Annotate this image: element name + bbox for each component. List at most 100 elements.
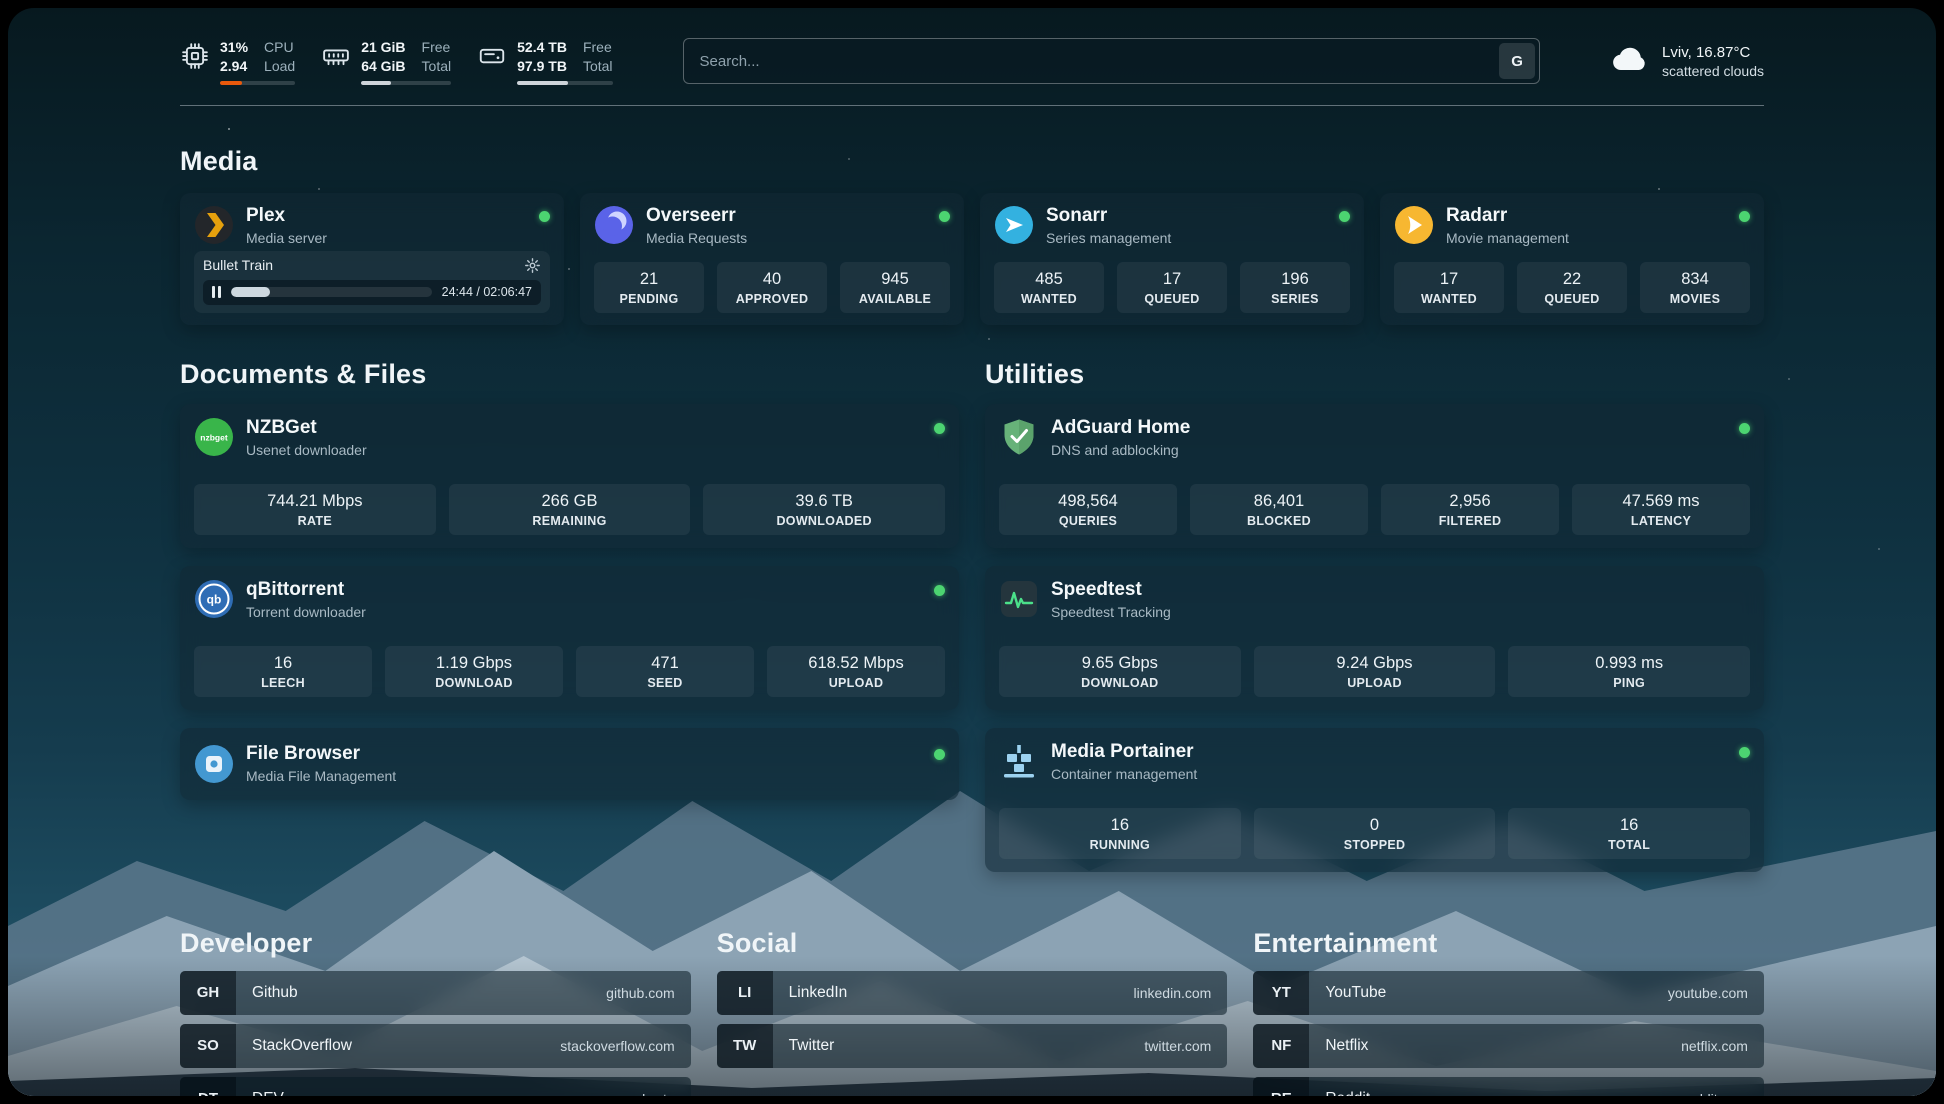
stat-remaining: 266 GB REMAINING	[449, 484, 691, 535]
qbittorrent-icon: qb	[194, 579, 234, 619]
bookmark-twitter[interactable]: TW Twitter twitter.com	[717, 1024, 1228, 1068]
status-dot	[539, 211, 550, 222]
svg-text:qb: qb	[207, 593, 222, 607]
weather-location-temp: Lviv, 16.87°C	[1662, 44, 1764, 61]
disk-free: 52.4 TB	[517, 38, 567, 57]
stat-wanted: 485 WANTED	[994, 262, 1104, 313]
status-dot	[1739, 423, 1750, 434]
overseerr-icon	[594, 205, 634, 245]
service-card-adguard[interactable]: AdGuard Home DNS and adblocking 498,564 …	[985, 404, 1764, 548]
stat-queued: 22 QUEUED	[1517, 262, 1627, 313]
bookmark-stackoverflow[interactable]: SO StackOverflow stackoverflow.com	[180, 1024, 691, 1068]
pause-icon[interactable]	[212, 286, 221, 298]
ram-free-label: Free	[422, 38, 452, 57]
bookmark-github[interactable]: GH Github github.com	[180, 971, 691, 1015]
stat-download: 9.65 Gbps DOWNLOAD	[999, 646, 1241, 697]
cpu-icon	[180, 41, 210, 71]
bookmark-abbr: YT	[1253, 971, 1309, 1015]
bookmark-name: Github	[252, 984, 298, 1002]
status-dot	[1339, 211, 1350, 222]
top-bar: 31% 2.94 CPU Load	[8, 8, 1936, 85]
service-card-sonarr[interactable]: Sonarr Series management 485 WANTED 17 Q…	[980, 193, 1364, 325]
bookmark-abbr: LI	[717, 971, 773, 1015]
service-subtitle: Usenet downloader	[246, 442, 367, 458]
header-divider	[180, 105, 1764, 106]
weather-widget: Lviv, 16.87°C scattered clouds	[1610, 43, 1764, 79]
stat-latency: 47.569 ms LATENCY	[1572, 484, 1750, 535]
bookmark-name: Netflix	[1325, 1037, 1368, 1055]
service-card-overseerr[interactable]: Overseerr Media Requests 21 PENDING 40 A…	[580, 193, 964, 325]
service-subtitle: Media File Management	[246, 768, 396, 784]
ram-total: 64 GiB	[361, 57, 405, 76]
service-name: Media Portainer	[1051, 741, 1197, 763]
service-card-nzbget[interactable]: nzbget NZBGet Usenet downloader 744.21 M…	[180, 404, 959, 548]
service-card-radarr[interactable]: Radarr Movie management 17 WANTED 22 QUE…	[1380, 193, 1764, 325]
stat-stopped: 0 STOPPED	[1254, 808, 1496, 859]
stat-download: 1.19 Gbps DOWNLOAD	[385, 646, 563, 697]
radarr-icon	[1394, 205, 1434, 245]
service-name: Plex	[246, 205, 327, 227]
playback-progress[interactable]	[231, 287, 432, 297]
bookmark-youtube[interactable]: YT YouTube youtube.com	[1253, 971, 1764, 1015]
bookmark-linkedin[interactable]: LI LinkedIn linkedin.com	[717, 971, 1228, 1015]
status-dot	[1739, 211, 1750, 222]
dashboard-screen: 31% 2.94 CPU Load	[8, 8, 1936, 1096]
service-card-portainer[interactable]: Media Portainer Container management 16 …	[985, 728, 1764, 872]
adguard-icon	[999, 417, 1039, 457]
bookmark-name: LinkedIn	[789, 984, 848, 1002]
stat-available: 945 AVAILABLE	[840, 262, 950, 313]
disk-total-label: Total	[583, 57, 613, 76]
bookmark-abbr: SO	[180, 1024, 236, 1068]
bookmark-group-developer: Developer GH Github github.com SO StackO…	[180, 928, 691, 1096]
bookmark-abbr: RE	[1253, 1077, 1309, 1096]
now-playing-panel: Bullet Train 24:44 / 02:06:4	[194, 251, 550, 313]
cpu-load-label: Load	[264, 57, 295, 76]
service-card-plex[interactable]: Plex Media server Bullet Train	[180, 193, 564, 325]
bookmark-netflix[interactable]: NF Netflix netflix.com	[1253, 1024, 1764, 1068]
service-subtitle: Movie management	[1446, 230, 1569, 246]
section-documents: Documents & Files nzbget NZBGet Usenet d…	[180, 359, 959, 818]
stat-approved: 40 APPROVED	[717, 262, 827, 313]
plex-icon	[194, 205, 234, 245]
stat-ping: 0.993 ms PING	[1508, 646, 1750, 697]
status-dot	[1739, 747, 1750, 758]
service-name: Speedtest	[1051, 579, 1171, 601]
search-engine-button[interactable]: G	[1499, 43, 1535, 79]
service-card-filebrowser[interactable]: File Browser Media File Management	[180, 728, 959, 800]
cpu-bar	[220, 81, 295, 85]
service-name: qBittorrent	[246, 579, 366, 601]
weather-condition: scattered clouds	[1662, 63, 1764, 79]
service-subtitle: Speedtest Tracking	[1051, 604, 1171, 620]
bookmark-url: netflix.com	[1681, 1038, 1748, 1054]
service-card-speedtest[interactable]: Speedtest Speedtest Tracking 9.65 Gbps D…	[985, 566, 1764, 710]
stat-seed: 471 SEED	[576, 646, 754, 697]
settings-gear-icon[interactable]	[524, 257, 541, 274]
section-title-entertainment: Entertainment	[1253, 928, 1764, 959]
service-card-qbittorrent[interactable]: qb qBittorrent Torrent downloader 16 LEE…	[180, 566, 959, 710]
bookmark-url: github.com	[606, 985, 674, 1001]
stat-movies: 834 MOVIES	[1640, 262, 1750, 313]
bookmark-abbr: NF	[1253, 1024, 1309, 1068]
disk-icon	[477, 41, 507, 71]
section-title-developer: Developer	[180, 928, 691, 959]
service-name: Radarr	[1446, 205, 1569, 227]
search: G	[683, 38, 1541, 84]
bookmark-dev[interactable]: DT DEV dev.to	[180, 1077, 691, 1096]
speedtest-icon	[999, 579, 1039, 619]
service-name: Overseerr	[646, 205, 747, 227]
bookmark-url: dev.to	[638, 1091, 675, 1096]
stat-queued: 17 QUEUED	[1117, 262, 1227, 313]
cpu-percent: 31%	[220, 38, 248, 57]
bookmark-group-social: Social LI LinkedIn linkedin.com TW Twitt…	[717, 928, 1228, 1077]
ram-bar	[361, 81, 451, 85]
search-input[interactable]	[683, 38, 1541, 84]
service-subtitle: DNS and adblocking	[1051, 442, 1190, 458]
stat-blocked: 86,401 BLOCKED	[1190, 484, 1368, 535]
bookmark-reddit[interactable]: RE Reddit reddit.com	[1253, 1077, 1764, 1096]
bookmark-abbr: TW	[717, 1024, 773, 1068]
bookmark-url: twitter.com	[1144, 1038, 1211, 1054]
ram-free: 21 GiB	[361, 38, 405, 57]
disk-total: 97.9 TB	[517, 57, 567, 76]
section-title-utilities: Utilities	[985, 359, 1764, 390]
status-dot	[939, 211, 950, 222]
